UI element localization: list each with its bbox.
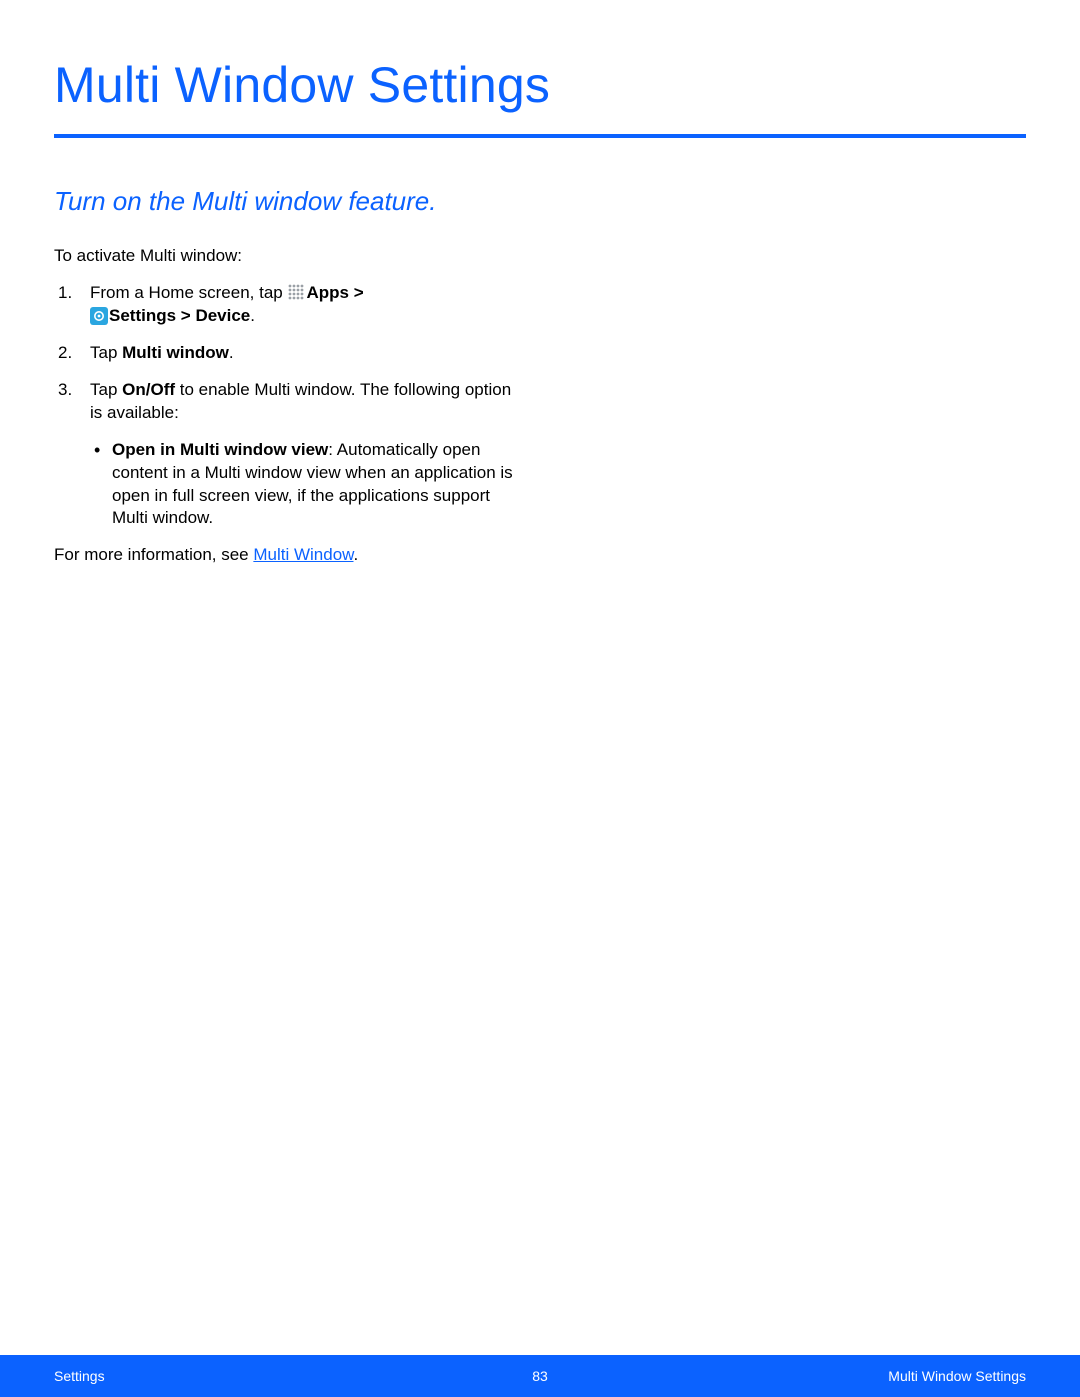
- footer-topic: Multi Window Settings: [888, 1368, 1026, 1384]
- page-footer: Settings 83 Multi Window Settings: [0, 1355, 1080, 1397]
- device-label: Device: [195, 306, 250, 325]
- text: >: [176, 306, 195, 325]
- apps-grid-icon: [288, 284, 304, 300]
- settings-gear-icon: [90, 307, 108, 325]
- step-2: 2. Tap Multi window.: [54, 342, 524, 365]
- step-text: From a Home screen, tap: [90, 283, 287, 302]
- intro-text: To activate Multi window:: [54, 245, 524, 268]
- step-text: .: [229, 343, 234, 362]
- more-info: For more information, see Multi Window.: [54, 544, 524, 567]
- step-text: Tap: [90, 380, 122, 399]
- step-3: 3. Tap On/Off to enable Multi window. Th…: [54, 379, 524, 425]
- step-bold: On/Off: [122, 380, 175, 399]
- content-column: To activate Multi window: 1. From a Home…: [54, 245, 524, 567]
- step-number: 2.: [58, 342, 72, 365]
- page-subtitle: Turn on the Multi window feature.: [54, 186, 1026, 217]
- step-bold: Multi window: [122, 343, 229, 362]
- bullet-item: Open in Multi window view: Automatically…: [54, 439, 524, 531]
- text: .: [250, 306, 255, 325]
- bullet-list: Open in Multi window view: Automatically…: [54, 439, 524, 531]
- step-1: 1. From a Home screen, tap Apps >: [54, 282, 524, 328]
- multi-window-link[interactable]: Multi Window: [253, 545, 353, 564]
- more-info-text: .: [354, 545, 359, 564]
- page-title: Multi Window Settings: [54, 56, 1026, 134]
- step-number: 1.: [58, 282, 72, 305]
- steps-list: 1. From a Home screen, tap Apps >: [54, 282, 524, 425]
- footer-section: Settings: [54, 1368, 105, 1384]
- title-underline: [54, 134, 1026, 138]
- text: >: [349, 283, 364, 302]
- bullet-bold: Open in Multi window view: [112, 440, 328, 459]
- settings-label: Settings: [109, 306, 176, 325]
- more-info-text: For more information, see: [54, 545, 253, 564]
- step-number: 3.: [58, 379, 72, 402]
- apps-label: Apps: [306, 283, 349, 302]
- step-text: Tap: [90, 343, 122, 362]
- document-page: Multi Window Settings Turn on the Multi …: [0, 0, 1080, 1397]
